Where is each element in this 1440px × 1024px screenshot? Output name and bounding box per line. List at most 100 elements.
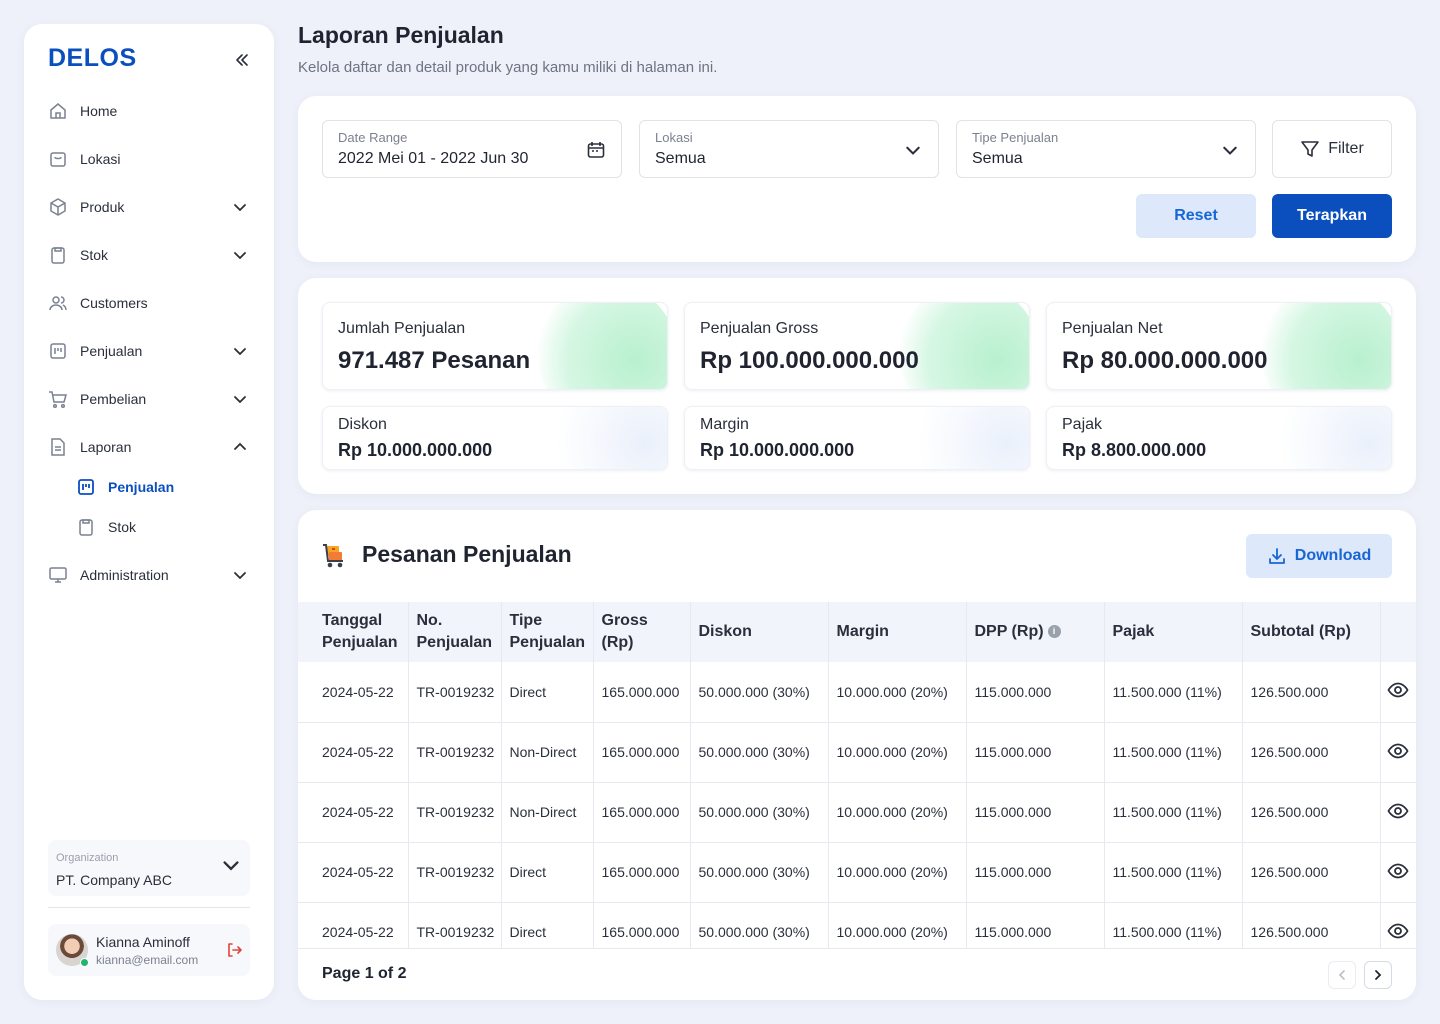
users-icon bbox=[48, 293, 68, 313]
table-cell: 10.000.000 (20%) bbox=[828, 782, 967, 843]
table-cell: 165.000.000 bbox=[593, 722, 691, 783]
sidebar-item-label: Home bbox=[80, 103, 118, 119]
column-header[interactable]: Diskon bbox=[690, 602, 829, 662]
stat-value: Rp 100.000.000.000 bbox=[700, 347, 919, 374]
sidebar-subitem-penjualan[interactable]: Penjualan bbox=[24, 467, 274, 507]
chevron-right-icon bbox=[1375, 970, 1382, 980]
table-cell: 115.000.000 bbox=[966, 842, 1105, 903]
page-title: Laporan Penjualan bbox=[298, 22, 504, 48]
table-cell: 115.000.000 bbox=[966, 722, 1105, 783]
table-cell: 10.000.000 (20%) bbox=[828, 662, 967, 723]
column-header[interactable]: Tanggal Penjualan bbox=[298, 602, 409, 662]
table-cell: TR-0019232 bbox=[408, 782, 502, 843]
logout-icon[interactable] bbox=[224, 940, 244, 960]
table-cell: Non-Direct bbox=[501, 722, 594, 783]
sidebar-item-pembelian[interactable]: Pembelian bbox=[24, 379, 274, 419]
chevron-left-icon bbox=[1338, 970, 1345, 980]
organization-selector[interactable]: Organization PT. Company ABC bbox=[48, 840, 250, 896]
table-cell: 165.000.000 bbox=[593, 662, 691, 723]
column-header[interactable]: Tipe Penjualan bbox=[501, 602, 594, 662]
chevron-down-icon bbox=[232, 391, 248, 407]
stat-label: Diskon bbox=[338, 416, 387, 433]
info-icon[interactable]: i bbox=[1047, 625, 1061, 639]
stat-card-penjualan-gross: Penjualan Gross Rp 100.000.000.000 bbox=[684, 302, 1030, 390]
view-detail-button[interactable] bbox=[1380, 662, 1416, 723]
table-cell: 2024-05-22 bbox=[298, 842, 409, 903]
table-row[interactable]: 2024-05-22 TR-0019232 Non-Direct 165.000.00… bbox=[298, 782, 1416, 843]
chevron-down-icon bbox=[222, 856, 240, 879]
eye-icon bbox=[1387, 682, 1409, 698]
reset-button[interactable]: Reset bbox=[1136, 194, 1256, 238]
page-subtitle: Kelola daftar dan detail produk yang kam… bbox=[298, 59, 718, 76]
table-cell: 165.000.000 bbox=[593, 782, 691, 843]
stat-card-margin: Margin Rp 10.000.000.000 bbox=[684, 406, 1030, 470]
table-cell: 11.500.000 (11%) bbox=[1104, 662, 1243, 723]
sidebar-item-customers[interactable]: Customers bbox=[24, 283, 274, 323]
collapse-sidebar-button[interactable] bbox=[230, 48, 254, 72]
view-detail-button[interactable] bbox=[1380, 842, 1416, 903]
table-cell: TR-0019232 bbox=[408, 842, 502, 903]
store-icon bbox=[48, 149, 68, 169]
view-detail-button[interactable] bbox=[1380, 722, 1416, 783]
sidebar-item-penjualan[interactable]: Penjualan bbox=[24, 331, 274, 371]
orders-table: Tanggal Penjualan No. Penjualan Tipe Pen… bbox=[298, 602, 1416, 963]
table-cell: 2024-05-22 bbox=[298, 722, 409, 783]
stat-label: Penjualan Net bbox=[1062, 320, 1163, 337]
sidebar-item-stok[interactable]: Stok bbox=[24, 235, 274, 275]
filter-button[interactable]: Filter bbox=[1272, 120, 1392, 178]
column-header[interactable]: Gross (Rp) bbox=[593, 602, 691, 662]
stat-label: Penjualan Gross bbox=[700, 320, 819, 337]
online-status-dot bbox=[80, 958, 89, 967]
previous-page-button[interactable] bbox=[1328, 961, 1356, 989]
stat-label: Pajak bbox=[1062, 416, 1103, 433]
column-header[interactable]: Subtotal (Rp) bbox=[1242, 602, 1381, 662]
table-cell: 11.500.000 (11%) bbox=[1104, 782, 1243, 843]
sidebar-subitem-stok[interactable]: Stok bbox=[24, 507, 274, 547]
table-cell: Direct bbox=[501, 662, 594, 723]
document-icon bbox=[48, 437, 68, 457]
table-header-row: Tanggal Penjualan No. Penjualan Tipe Pen… bbox=[298, 602, 1416, 662]
chevron-down-icon bbox=[1219, 139, 1241, 161]
column-header[interactable]: No. Penjualan bbox=[408, 602, 502, 662]
sidebar-item-produk[interactable]: Produk bbox=[24, 187, 274, 227]
sidebar-divider bbox=[48, 907, 250, 908]
eye-icon bbox=[1387, 743, 1409, 758]
download-button-label: Download bbox=[1294, 547, 1372, 564]
table-row[interactable]: 2024-05-22 TR-0019232 Non-Direct 165.000.00… bbox=[298, 722, 1416, 783]
tipe-penjualan-select[interactable]: Tipe Penjualan Semua bbox=[956, 120, 1256, 178]
stat-value: Rp 8.800.000.000 bbox=[1062, 440, 1207, 460]
stat-label: Margin bbox=[700, 416, 749, 433]
column-header-actions bbox=[1380, 602, 1416, 662]
sidebar-item-home[interactable]: Home bbox=[24, 91, 274, 131]
date-range-field[interactable]: Date Range 2022 Mei 01 - 2022 Jun 30 bbox=[322, 120, 622, 178]
table-cell: 115.000.000 bbox=[966, 782, 1105, 843]
column-header[interactable]: Pajak bbox=[1104, 602, 1243, 662]
chevron-down-icon bbox=[902, 139, 924, 161]
sidebar-item-lokasi[interactable]: Lokasi bbox=[24, 139, 274, 179]
chevron-down-icon bbox=[232, 343, 248, 359]
apply-button[interactable]: Terapkan bbox=[1272, 194, 1392, 238]
clipboard-icon bbox=[76, 517, 96, 537]
tipe-penjualan-label: Tipe Penjualan bbox=[972, 130, 1059, 145]
summary-panel: Jumlah Penjualan 971.487 Pesanan Penjual… bbox=[298, 278, 1416, 494]
table-row[interactable]: 2024-05-22 TR-0019232 Direct 165.000.000 50.… bbox=[298, 662, 1416, 723]
user-profile: Kianna Aminoff kianna@email.com bbox=[48, 924, 250, 976]
view-detail-button[interactable] bbox=[1380, 782, 1416, 843]
sidebar-item-laporan[interactable]: Laporan bbox=[24, 427, 274, 467]
stat-card-diskon: Diskon Rp 10.000.000.000 bbox=[322, 406, 668, 470]
table-row[interactable]: 2024-05-22 TR-0019232 Direct 165.000.000 50.… bbox=[298, 842, 1416, 903]
sidebar-item-label: Pembelian bbox=[80, 391, 147, 407]
column-header[interactable]: Margin bbox=[828, 602, 967, 662]
next-page-button[interactable] bbox=[1364, 961, 1392, 989]
lokasi-select[interactable]: Lokasi Semua bbox=[639, 120, 939, 178]
table-pagination: Page 1 of 2 bbox=[298, 948, 1416, 1000]
sidebar-item-administration[interactable]: Administration bbox=[24, 555, 274, 595]
column-header[interactable]: DPP (Rp) i bbox=[966, 602, 1105, 662]
table-cell: 126.500.000 bbox=[1242, 782, 1381, 843]
download-button[interactable]: Download bbox=[1246, 534, 1392, 578]
monitor-icon bbox=[48, 565, 68, 585]
page-info: Page 1 of 2 bbox=[322, 965, 407, 982]
stat-value: Rp 10.000.000.000 bbox=[338, 440, 493, 460]
sidebar: DELOS Home Lokasi Produk Stok Customers … bbox=[24, 24, 274, 1000]
orders-title: Pesanan Penjualan bbox=[362, 541, 572, 567]
